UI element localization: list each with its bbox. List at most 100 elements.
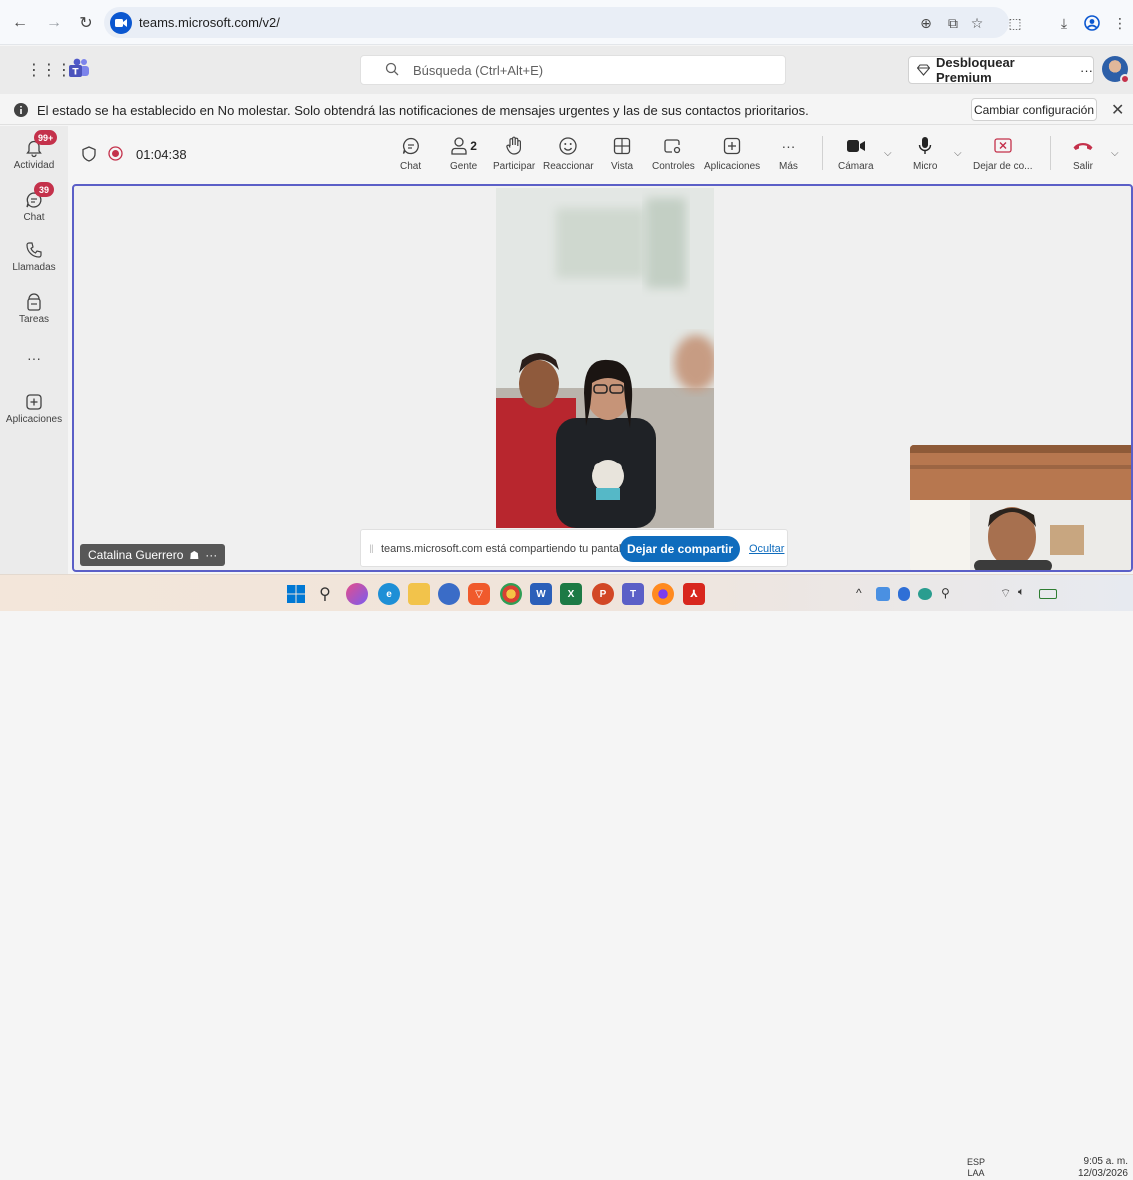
rail-item-calls[interactable]: Llamadas — [0, 238, 68, 273]
taskbar-search-icon[interactable]: ⚲ — [314, 583, 336, 605]
rail-item-apps[interactable]: Aplicaciones — [0, 390, 68, 425]
clock-time: 9:05 a. m. — [1083, 1156, 1128, 1167]
rail-item-more[interactable]: ··· — [0, 346, 68, 370]
shield-icon[interactable] — [82, 146, 96, 162]
bookmark-star-icon[interactable]: ☆ — [967, 13, 987, 33]
controls-icon — [664, 134, 682, 158]
hide-link[interactable]: Ocultar — [749, 543, 784, 555]
battery-icon[interactable] — [1039, 589, 1057, 599]
rail-item-label: Actividad — [13, 160, 55, 171]
tool-raise-hand-button[interactable]: Participar — [493, 134, 535, 172]
edge-icon[interactable]: e — [378, 583, 400, 605]
tool-chat-button[interactable]: Chat — [400, 134, 421, 172]
tool-label: Reaccionar — [543, 161, 594, 172]
tool-more-button[interactable]: ··· Más — [779, 134, 798, 172]
info-icon — [14, 103, 28, 117]
drag-handle-icon[interactable]: ‖ — [369, 542, 374, 556]
self-view-video[interactable] — [910, 445, 1131, 570]
browser-menu-icon[interactable]: ⋮ — [1110, 13, 1130, 33]
wifi-icon[interactable]: ⌔ — [1000, 586, 1011, 601]
stop-share-icon — [993, 134, 1013, 158]
acrobat-icon[interactable]: ⅄ — [683, 583, 705, 605]
url-text[interactable]: teams.microsoft.com/v2/ — [139, 15, 280, 30]
tray-network-app-icon[interactable] — [918, 588, 932, 600]
search-input[interactable]: Búsqueda (Ctrl+Alt+E) — [360, 55, 786, 85]
tool-camera-button[interactable]: Cámara — [838, 134, 874, 172]
bluetooth-icon[interactable] — [898, 587, 910, 601]
photos-icon[interactable] — [438, 583, 460, 605]
teams-site-icon[interactable] — [110, 12, 132, 34]
rail-item-activity[interactable]: 99+ Actividad — [0, 130, 68, 171]
screen-share-notification: ‖ teams.microsoft.com está compartiendo … — [360, 529, 788, 567]
tool-apps-button[interactable]: Aplicaciones — [704, 134, 760, 172]
chrome-icon[interactable] — [500, 583, 522, 605]
rail-item-tasks[interactable]: Tareas — [0, 290, 68, 325]
excel-icon[interactable]: X — [560, 583, 582, 605]
tool-label: Micro — [913, 161, 938, 172]
file-explorer-icon[interactable] — [408, 583, 430, 605]
dnd-status-icon — [1120, 74, 1130, 84]
rail-item-label: Tareas — [18, 314, 49, 325]
tool-mic-button[interactable]: Micro — [913, 134, 937, 172]
cast-icon[interactable]: ⧉ — [943, 13, 963, 33]
emoji-icon — [558, 134, 578, 158]
add-apps-icon — [22, 390, 46, 414]
tool-label: Más — [779, 161, 798, 172]
tray-chevron-icon[interactable]: ^ — [856, 586, 862, 600]
shared-video-feed — [496, 188, 714, 528]
notice-text: El estado se ha establecido en No molest… — [37, 103, 809, 118]
back-arrow-icon[interactable]: ← — [10, 13, 30, 33]
clock[interactable]: 9:05 a. m. 12/03/2026 — [1068, 1156, 1128, 1180]
windows-start-icon[interactable] — [285, 583, 307, 605]
reload-icon[interactable]: ↻ — [76, 13, 96, 33]
keyboard-layout: LAA — [967, 1168, 985, 1178]
zoom-icon[interactable]: ⊕ — [916, 13, 936, 33]
language-code: ESP — [967, 1157, 986, 1167]
forward-arrow-icon[interactable]: → — [44, 13, 64, 33]
teams-taskbar-icon[interactable]: T — [622, 583, 644, 605]
more-options-icon[interactable]: ··· — [205, 548, 217, 562]
unlock-premium-button[interactable]: Desbloquear Premium ··· — [908, 55, 1094, 85]
raise-hand-icon — [505, 134, 523, 158]
powerpoint-icon[interactable]: P — [592, 583, 614, 605]
camera-options-chevron-icon[interactable]: ⌵ — [884, 148, 892, 159]
app-launcher-icon[interactable]: ⋮⋮⋮ — [26, 60, 72, 80]
usb-icon[interactable]: ⚲ — [941, 586, 950, 600]
volume-icon[interactable]: 🔈︎ — [1018, 586, 1025, 599]
tool-stop-share-button[interactable]: Dejar de co... — [973, 134, 1032, 172]
tool-react-button[interactable]: Reaccionar — [543, 134, 594, 172]
close-icon[interactable]: ✕ — [1111, 100, 1124, 120]
recording-icon — [108, 146, 123, 161]
activity-badge: 99+ — [34, 130, 58, 145]
teams-logo-icon: T — [68, 58, 90, 78]
toolbar-divider — [822, 136, 823, 170]
toolbar-divider — [1050, 136, 1051, 170]
meeting-toolbar: 01:04:38 Chat 2 Gente Participar Reaccio… — [68, 126, 1133, 181]
tool-leave-button[interactable]: Salir — [1072, 134, 1094, 172]
download-icon[interactable]: ⤓ — [1054, 13, 1074, 33]
change-settings-button[interactable]: Cambiar configuración — [971, 98, 1097, 121]
input-language-indicator[interactable]: ESP LAA — [967, 1157, 985, 1179]
participant-name-tag[interactable]: Catalina Guerrero ☗ ··· — [80, 544, 226, 566]
tool-view-button[interactable]: Vista — [611, 134, 633, 172]
word-icon[interactable]: W — [530, 583, 552, 605]
copilot-icon[interactable] — [346, 583, 368, 605]
chat-badge: 39 — [34, 182, 54, 197]
hang-up-icon — [1072, 134, 1094, 158]
more-options-icon[interactable]: ··· — [1080, 63, 1093, 78]
leave-options-chevron-icon[interactable]: ⌵ — [1111, 148, 1119, 159]
stop-sharing-button[interactable]: Dejar de compartir — [620, 536, 740, 562]
tool-controls-button[interactable]: Controles — [652, 134, 695, 172]
profile-icon[interactable] — [1082, 13, 1102, 33]
dnd-notice-banner: El estado se ha establecido en No molest… — [0, 95, 1133, 125]
extensions-icon[interactable]: ⬚ — [1005, 13, 1025, 33]
rail-item-chat[interactable]: 39 Chat — [0, 182, 68, 223]
participant-name: Catalina Guerrero — [88, 548, 184, 562]
address-bar[interactable]: teams.microsoft.com/v2/ — [104, 7, 1009, 38]
tool-people-button[interactable]: 2 Gente — [450, 134, 477, 172]
brave-icon[interactable]: ▽ — [468, 583, 490, 605]
tray-app-icon[interactable] — [876, 587, 890, 601]
microphone-icon — [917, 134, 933, 158]
firefox-icon[interactable] — [652, 583, 674, 605]
mic-options-chevron-icon[interactable]: ⌵ — [954, 148, 962, 159]
